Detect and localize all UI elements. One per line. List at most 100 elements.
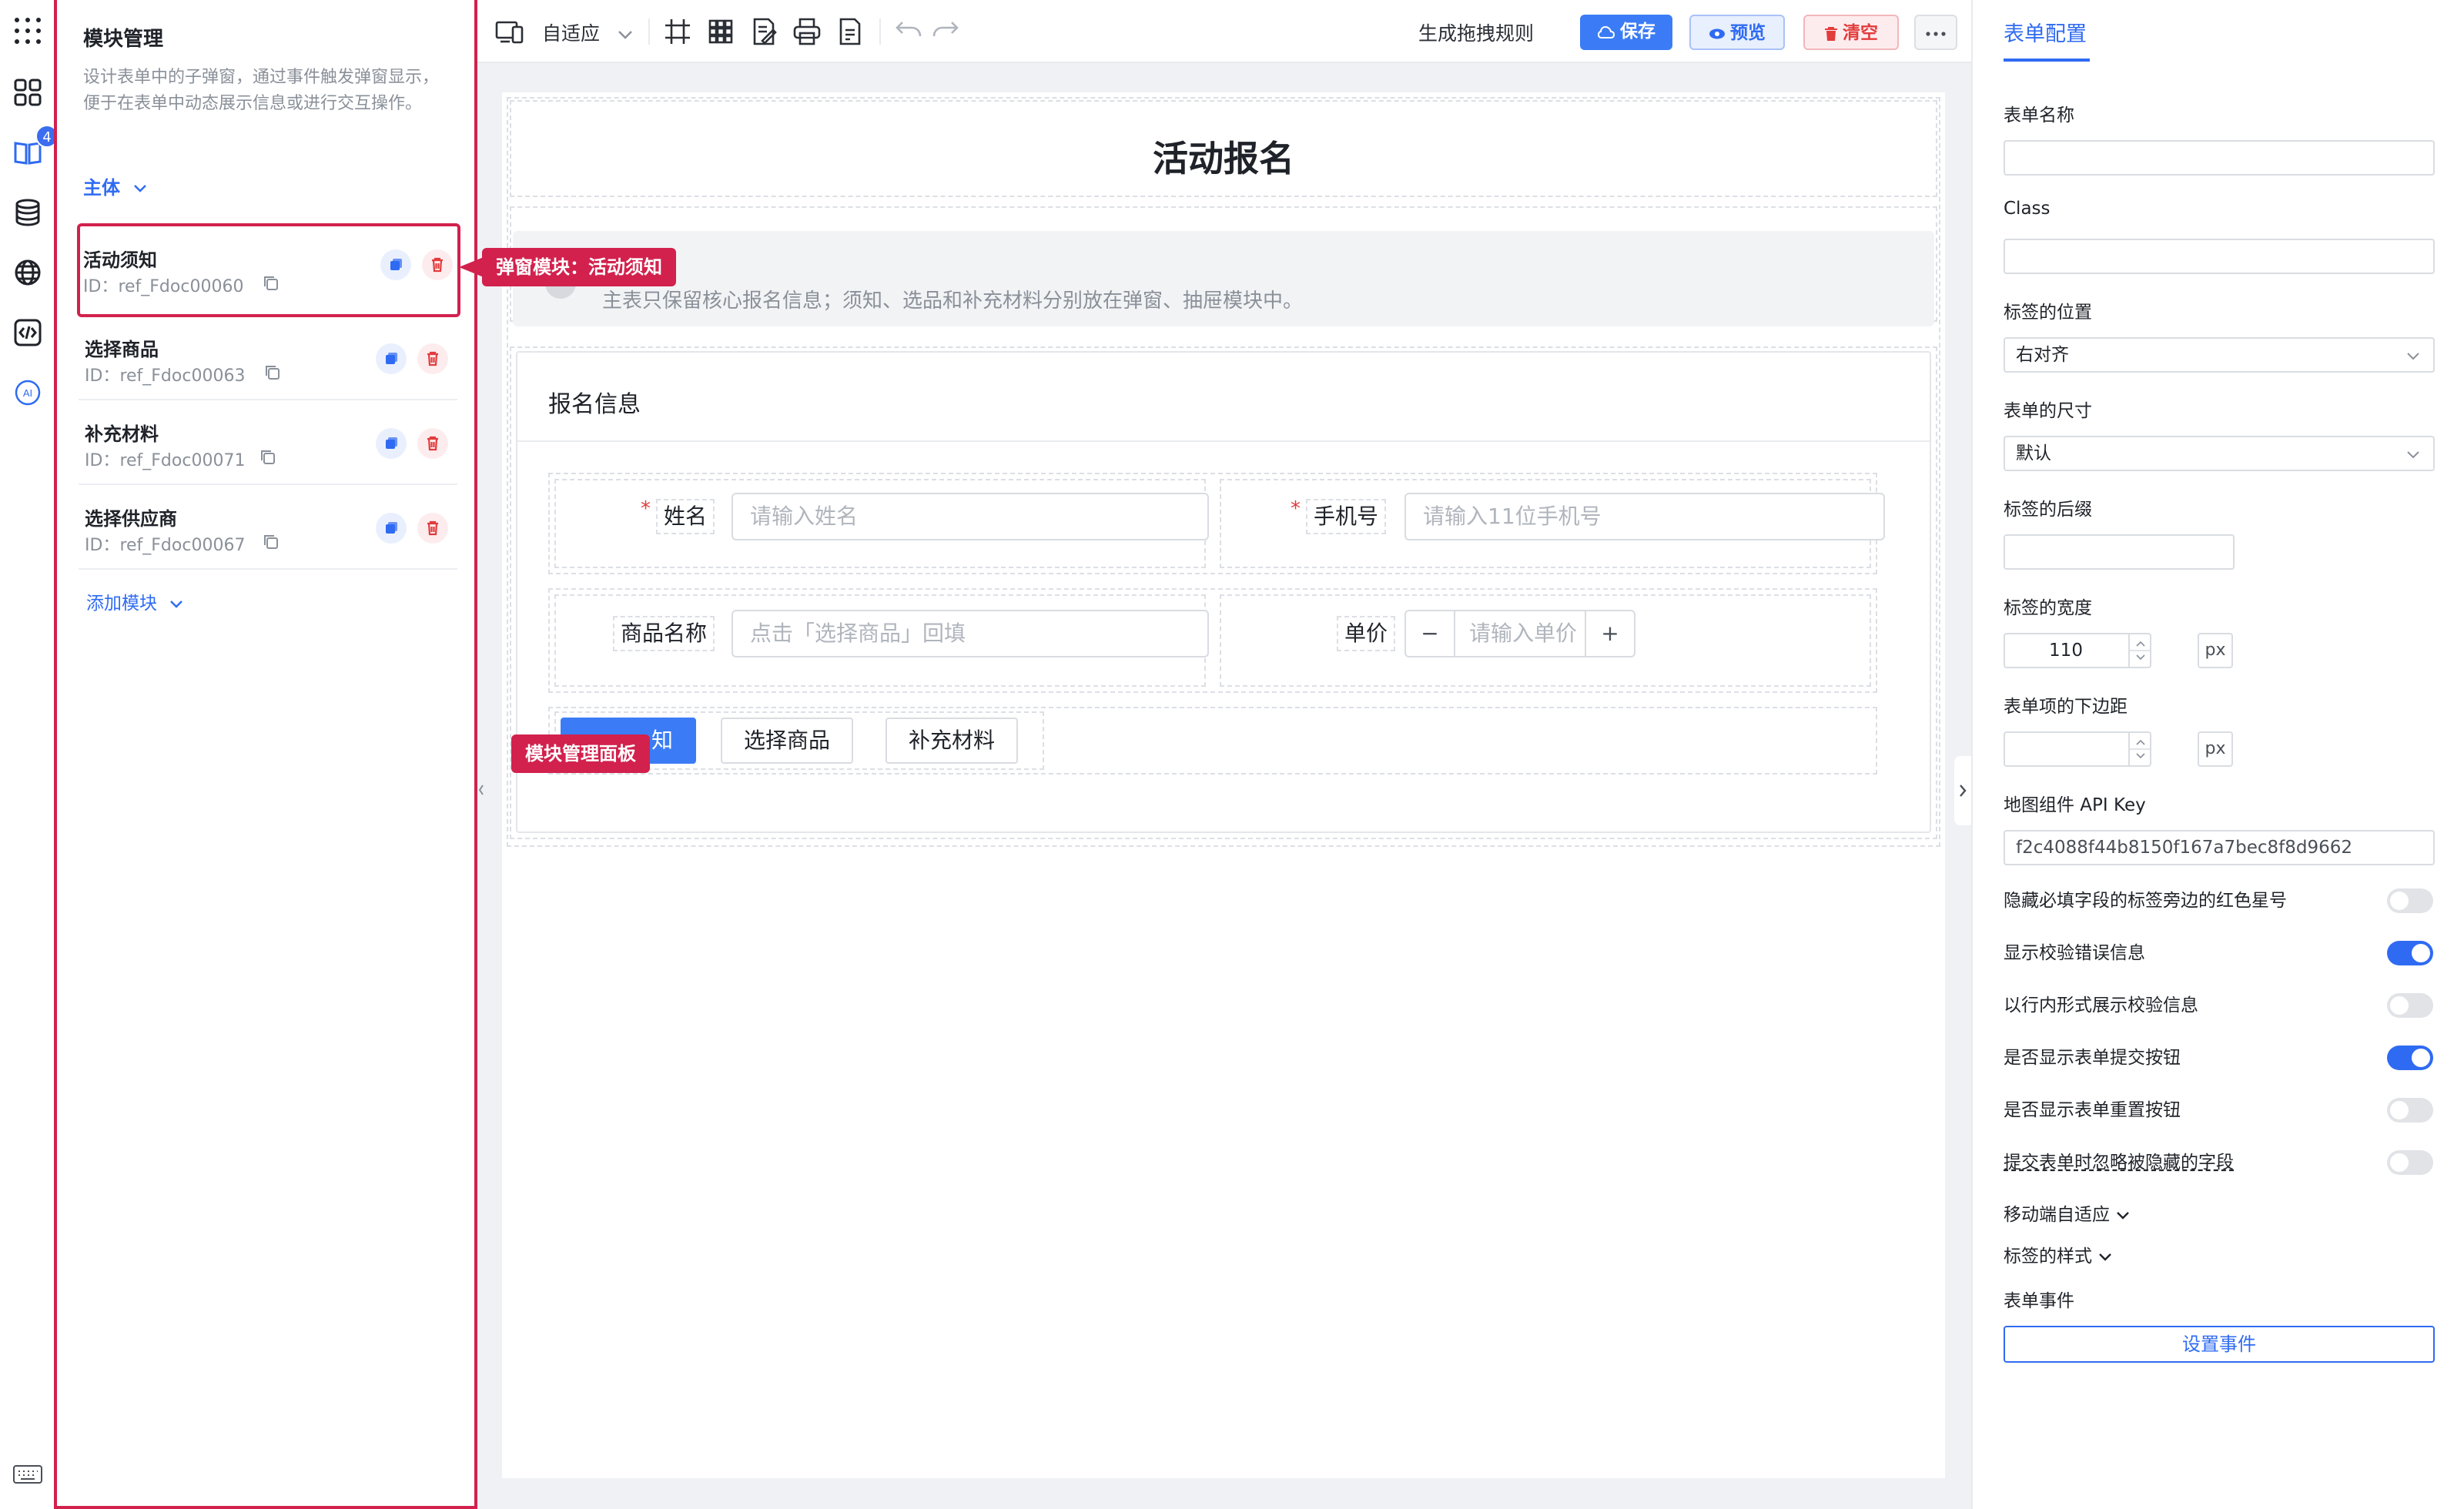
set-events-button[interactable]: 设置事件 xyxy=(2004,1326,2435,1363)
collapse-left-handle[interactable] xyxy=(477,759,485,821)
toggle-knob xyxy=(2390,1153,2409,1172)
label-suffix-input[interactable] xyxy=(2004,534,2235,570)
show-reset-button-toggle[interactable] xyxy=(2387,1098,2433,1123)
clear-label: 清空 xyxy=(1843,23,1878,43)
item-margin-input[interactable] xyxy=(2004,731,2151,767)
form-size-select[interactable]: 默认 xyxy=(2004,436,2435,471)
name-input[interactable]: 请输入姓名 xyxy=(732,493,1209,540)
copy-id-icon[interactable] xyxy=(259,448,277,467)
duplicate-module-button[interactable] xyxy=(380,249,411,280)
frame-icon[interactable] xyxy=(662,16,693,47)
preview-button[interactable]: 预览 xyxy=(1689,15,1785,50)
spinner-icon[interactable] xyxy=(2128,634,2151,667)
collapse-right-handle[interactable] xyxy=(1954,756,1971,825)
duplicate-module-button[interactable] xyxy=(376,428,407,459)
label-width-value: 110 xyxy=(2049,641,2083,661)
ai-icon[interactable]: AI xyxy=(12,377,43,408)
more-button[interactable] xyxy=(1914,15,1957,50)
tab-form-config[interactable]: 表单配置 xyxy=(2004,17,2087,47)
inline-validation-toggle[interactable] xyxy=(2387,993,2433,1018)
components-icon[interactable] xyxy=(12,77,43,108)
subject-dropdown[interactable]: 主体 xyxy=(83,172,148,199)
toolbar: 自适应 生成拖拽规则 保存 预览 清空 xyxy=(477,0,1971,63)
duplicate-module-button[interactable] xyxy=(376,513,407,544)
grid-icon[interactable] xyxy=(705,16,736,47)
delete-module-button[interactable] xyxy=(417,428,448,459)
signup-info-card: 报名信息 * 姓名 请输入姓名 * 手机号 请输入11位手机号 商品名称 点击「… xyxy=(516,351,1931,833)
label-width-input[interactable]: 110 xyxy=(2004,633,2151,668)
decrement-button[interactable]: − xyxy=(1406,611,1455,656)
name-label: 姓名 xyxy=(656,499,715,534)
label-position-select[interactable]: 右对齐 xyxy=(2004,337,2435,373)
form-size-value: 默认 xyxy=(2016,443,2051,463)
app-grid-icon[interactable] xyxy=(12,15,43,46)
delete-module-button[interactable] xyxy=(417,343,448,374)
select-product-button[interactable]: 选择商品 xyxy=(721,718,854,764)
form-name-input[interactable] xyxy=(2004,140,2435,176)
mobile-adapt-collapse[interactable]: 移动端自适应 xyxy=(2004,1200,2131,1226)
globe-icon[interactable] xyxy=(12,257,43,288)
module-panel-callout-text: 模块管理面板 xyxy=(525,743,636,765)
hide-required-star-toggle[interactable] xyxy=(2387,888,2433,913)
label-style-collapse[interactable]: 标签的样式 xyxy=(2004,1241,2113,1267)
delete-module-button[interactable] xyxy=(417,513,448,544)
copy-id-icon[interactable] xyxy=(263,363,282,382)
module-panel-title: 模块管理 xyxy=(83,28,164,51)
edit-note-icon[interactable] xyxy=(748,16,779,47)
add-module-label: 添加模块 xyxy=(86,594,157,614)
title-block[interactable]: 活动报名 xyxy=(510,100,1937,197)
product-name-input[interactable]: 点击「选择商品」回填 xyxy=(732,610,1209,657)
toggle-label: 以行内形式展示校验信息 xyxy=(2004,995,2198,1015)
generate-rules-link[interactable]: 生成拖拽规则 xyxy=(1418,18,1534,46)
product-name-label: 商品名称 xyxy=(613,616,715,651)
keyboard-icon[interactable] xyxy=(12,1463,43,1486)
add-module-button[interactable]: 添加模块 xyxy=(86,588,184,614)
toolbar-divider xyxy=(648,18,650,45)
module-panel-description: 设计表单中的子弹窗，通过事件触发弹窗显示，便于在表单中动态展示信息或进行交互操作… xyxy=(83,68,440,113)
class-input[interactable] xyxy=(2004,239,2435,274)
label-width-unit: px xyxy=(2198,633,2233,668)
save-label: 保存 xyxy=(1620,22,1656,42)
print-icon[interactable] xyxy=(792,16,822,47)
code-icon[interactable] xyxy=(12,317,43,348)
toggle-knob xyxy=(2390,892,2409,910)
module-item-supplement[interactable]: 补充材料 ID：ref_Fdoc00071 xyxy=(79,402,457,485)
duplicate-module-button[interactable] xyxy=(376,343,407,374)
module-item-activity-notice[interactable]: 活动须知 ID：ref_Fdoc00060 xyxy=(77,223,460,317)
toggle-knob xyxy=(2412,944,2430,962)
spinner-icon[interactable] xyxy=(2128,733,2151,765)
redo-icon[interactable] xyxy=(930,16,961,47)
module-item-select-supplier[interactable]: 选择供应商 ID：ref_Fdoc00067 xyxy=(79,487,457,570)
copy-id-icon[interactable] xyxy=(262,533,280,551)
module-name: 活动须知 xyxy=(83,249,157,271)
save-button[interactable]: 保存 xyxy=(1580,15,1672,50)
module-item-select-product[interactable]: 选择商品 ID：ref_Fdoc00063 xyxy=(79,317,457,400)
trash-icon xyxy=(1824,26,1838,42)
supplement-button[interactable]: 补充材料 xyxy=(886,718,1019,764)
delete-module-button[interactable] xyxy=(422,249,453,280)
increment-button[interactable]: + xyxy=(1585,611,1634,656)
map-api-key-input[interactable]: f2c4088f44b8150f167a7bec8f8d9662 xyxy=(2004,830,2435,865)
show-validation-error-toggle[interactable] xyxy=(2387,941,2433,965)
price-input[interactable]: 请输入单价 xyxy=(1469,611,1585,656)
label-position-value: 右对齐 xyxy=(2016,345,2069,365)
notice-text: 主表只保留核心报名信息；须知、选品和补充材料分别放在弹窗、抽屉模块中。 xyxy=(602,289,1304,313)
form-config-panel: 表单配置 表单名称 Class 标签的位置 右对齐 表单的尺寸 默认 标签的后缀… xyxy=(1971,0,2464,1509)
adapt-select[interactable]: 自适应 xyxy=(542,18,634,46)
database-icon[interactable] xyxy=(12,197,43,228)
device-icon[interactable] xyxy=(494,16,525,47)
clear-button[interactable]: 清空 xyxy=(1803,15,1899,50)
form-size-label: 表单的尺寸 xyxy=(2004,401,2092,421)
price-stepper[interactable]: − 请输入单价 + xyxy=(1404,610,1635,657)
phone-input[interactable]: 请输入11位手机号 xyxy=(1404,493,1885,540)
undo-icon[interactable] xyxy=(893,16,924,47)
export-doc-icon[interactable] xyxy=(835,16,865,47)
copy-id-icon[interactable] xyxy=(262,274,280,293)
ignore-hidden-fields-toggle[interactable] xyxy=(2387,1150,2433,1175)
map-api-key-label: 地图组件 API Key xyxy=(2004,795,2146,815)
form-canvas[interactable]: 活动报名 主表只保留核心报名信息；须知、选品和补充材料分别放在弹窗、抽屉模块中。… xyxy=(502,92,1945,1478)
toggle-label: 隐藏必填字段的标签旁边的红色星号 xyxy=(2004,891,2287,911)
chevron-down-icon xyxy=(132,183,148,194)
show-submit-button-toggle[interactable] xyxy=(2387,1046,2433,1070)
adapt-label: 自适应 xyxy=(542,22,601,45)
